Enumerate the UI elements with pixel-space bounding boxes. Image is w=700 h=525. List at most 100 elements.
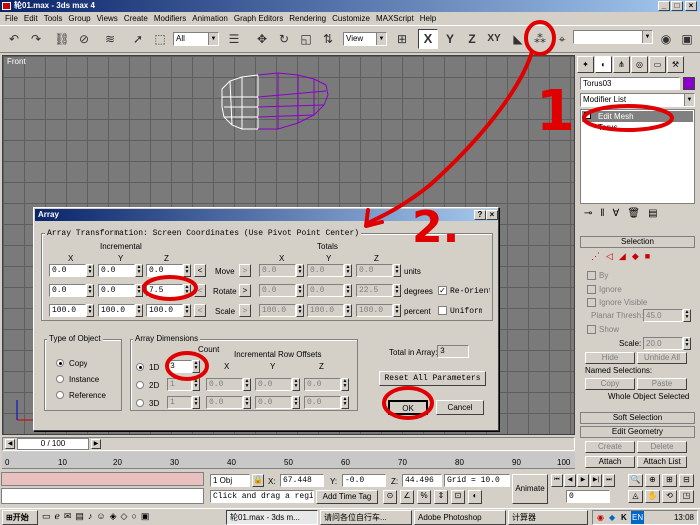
selection-rollout-header[interactable]: Selection [580,236,695,248]
region-select-icon[interactable]: ⬚ [150,29,170,49]
select-object-icon[interactable]: ➚ [128,29,148,49]
zoom-extents-icon[interactable]: ⊞ [662,474,677,487]
menu-maxscript[interactable]: MAXScript [373,14,417,23]
next-frame-icon[interactable]: ▶| [590,474,602,487]
menu-views[interactable]: Views [94,14,121,23]
angle-snap-icon[interactable]: ∠ [400,490,414,504]
rotate-to-tot-arrow-icon[interactable]: > [239,284,251,297]
z-coord-field[interactable]: 44.496 [402,474,442,487]
scale-inc-z-field[interactable]: 100.0 [146,304,183,317]
move-tot-x-field[interactable]: 0.0 [259,264,296,277]
align-icon[interactable]: ⌖ [552,29,572,49]
animate-button[interactable]: Animate [512,474,548,504]
show-end-result-icon[interactable]: ‖ [600,208,604,224]
scale-tot-y-spinner[interactable]: ▲ ▼ [344,304,352,317]
2d-count-field[interactable]: 1 [167,378,192,391]
bind-space-warp-icon[interactable]: ≋ [100,29,120,49]
move-tot-z-spinner[interactable]: ▲ ▼ [393,264,401,277]
object-color-swatch[interactable] [683,77,695,90]
3d-count-field[interactable]: 1 [167,396,192,409]
1d-count-spinner[interactable]: ▲ ▼ [192,360,200,373]
copy-selection-button[interactable]: Copy [585,378,635,390]
move-tot-x-spinner[interactable]: ▲ ▼ [296,264,304,277]
element-icon[interactable]: ■ [645,251,650,261]
menu-group[interactable]: Group [65,14,93,23]
maxscript-listener-white[interactable] [1,488,204,504]
previous-frame-icon[interactable]: ◀ [564,474,576,487]
scale-inc-y-spinner[interactable]: ▲ ▼ [135,304,143,317]
menu-edit[interactable]: Edit [21,14,41,23]
app-icon[interactable]: ◈ [110,511,117,524]
hide-button[interactable]: Hide [585,352,635,364]
make-unique-icon[interactable]: ∀ [613,208,620,224]
rotate-icon[interactable]: ↻ [274,29,294,49]
paste-selection-button[interactable]: Paste [637,378,687,390]
display-tab-icon[interactable]: ▭ [649,56,666,73]
2d-offset-y-field[interactable]: 0.0 [255,378,292,391]
show-normals-checkbox[interactable] [587,325,596,334]
zoom-all-icon[interactable]: ⊕ [645,474,660,487]
create-button[interactable]: Create [585,441,635,453]
restrict-z-button[interactable]: Z [462,29,482,49]
expand-plus-icon[interactable]: + [584,112,591,119]
polygon-icon[interactable]: ◆ [632,251,639,262]
menu-modifiers[interactable]: Modifiers [151,14,189,23]
language-icon[interactable]: EN [631,511,645,524]
menu-tools[interactable]: Tools [41,14,66,23]
move-inc-z-spinner[interactable]: ▲ ▼ [183,264,191,277]
start-button[interactable]: ⊞开始 [2,510,38,525]
prev-frame-icon[interactable]: ◀ [5,439,15,449]
planar-thresh-field[interactable]: 45.0 [643,309,683,322]
cancel-button[interactable]: Cancel [436,400,484,415]
scale-tot-z-field[interactable]: 100.0 [356,304,393,317]
mirror-icon[interactable]: ⇅ [318,29,338,49]
pivot-center-icon[interactable]: ⊞ [392,29,412,49]
scale-tot-y-field[interactable]: 100.0 [307,304,344,317]
motion-tab-icon[interactable]: ◎ [631,56,648,73]
menu-help[interactable]: Help [417,14,439,23]
copy-radio[interactable] [56,359,64,367]
ignore-backfacing-checkbox[interactable] [587,285,596,294]
rotate-tot-z-field[interactable]: 22.5 [356,284,393,297]
ie-icon[interactable]: ℯ [55,511,60,524]
x-coord-field[interactable]: 67.448 [280,474,324,487]
delete-button[interactable]: Delete [637,441,687,453]
3d-offset-z-field[interactable]: 0.0 [304,396,341,409]
select-by-name-icon[interactable]: ☰ [224,29,244,49]
move-tot-y-spinner[interactable]: ▲ ▼ [344,264,352,277]
viewport-label[interactable]: Front [7,57,26,66]
menu-graph-editors[interactable]: Graph Editors [231,14,286,23]
menu-file[interactable]: File [2,14,21,23]
qq-icon[interactable]: ☺ [96,511,105,524]
rotate-tot-y-field[interactable]: 0.0 [307,284,344,297]
uniform-checkbox[interactable] [438,306,447,315]
select-link-icon[interactable]: ⛓ [52,29,72,49]
folder-icon[interactable]: ▤ [75,511,84,524]
unhide-all-button[interactable]: Unhide All [637,352,687,364]
redo-icon[interactable]: ↷ [26,29,46,49]
hierarchy-tab-icon[interactable]: ⋔ [613,56,630,73]
reference-coordinate-dropdown[interactable]: View ▼ [343,32,387,46]
rotate-inc-z-spinner[interactable]: ▲ ▼ [183,284,191,297]
menu-customize[interactable]: Customize [329,14,373,23]
rotate-to-inc-arrow-icon[interactable]: < [194,284,206,297]
menu-create[interactable]: Create [121,14,151,23]
3d-offset-x-spinner[interactable]: ▲ ▼ [243,396,251,409]
2d-offset-z-field[interactable]: 0.0 [304,378,341,391]
material-editor-icon[interactable]: ◉ [656,29,676,49]
modify-tab-icon[interactable]: ◐ [595,56,612,73]
attach-button[interactable]: Attach [585,456,635,468]
scale-to-tot-arrow-icon[interactable]: > [239,304,251,317]
planar-thresh-spinner[interactable]: ▲ ▼ [683,309,691,322]
play-icon[interactable]: ▶ [577,474,589,487]
2d-count-spinner[interactable]: ▲ ▼ [192,378,200,391]
scale-inc-x-spinner[interactable]: ▲ ▼ [86,304,94,317]
2d-offset-x-field[interactable]: 0.0 [206,378,243,391]
stack-item-torus[interactable]: Torus [598,123,618,132]
create-tab-icon[interactable]: ✦ [577,56,594,73]
input-method-icon[interactable]: K [621,511,627,524]
show-desktop-icon[interactable]: ▭ [42,511,51,524]
app-icon[interactable]: ▣ [141,511,150,524]
zoom-icon[interactable]: 🔍 [628,474,643,487]
restrict-y-button[interactable]: Y [440,29,460,49]
